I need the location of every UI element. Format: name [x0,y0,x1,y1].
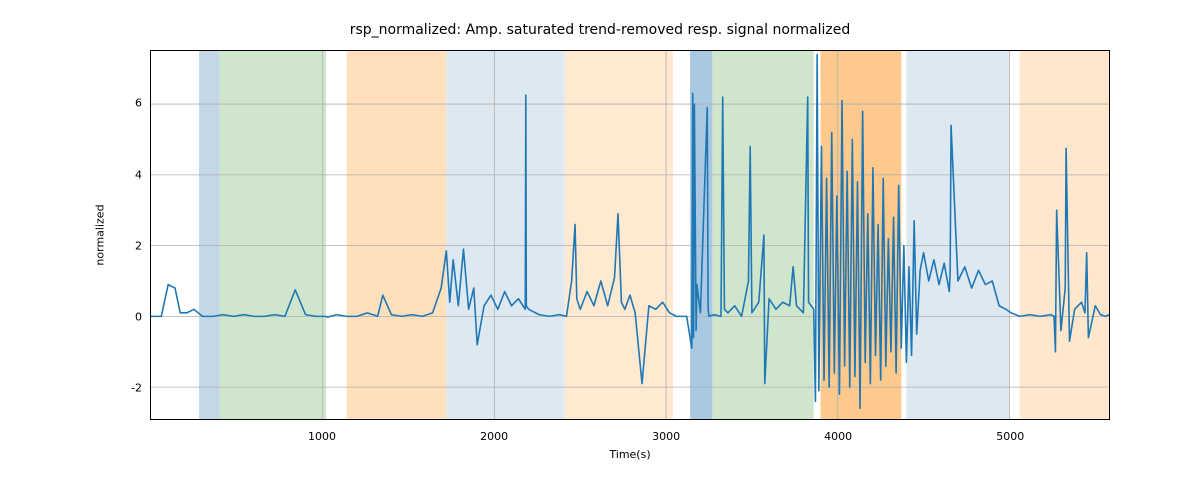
figure: rsp_normalized: Amp. saturated trend-rem… [0,0,1200,500]
y-axis-label: normalized [94,204,107,265]
y-tick-label: 6 [112,97,142,110]
x-tick-label: 1000 [308,430,336,443]
chart-region [906,51,1009,419]
chart-title: rsp_normalized: Amp. saturated trend-rem… [0,22,1200,38]
chart-region [712,51,813,419]
x-tick-label: 5000 [996,430,1024,443]
y-tick-label: 0 [112,310,142,323]
x-tick-label: 3000 [652,430,680,443]
plot-area [150,50,1110,420]
x-tick-label: 4000 [824,430,852,443]
chart-region [220,51,326,419]
y-tick-label: -2 [112,381,142,394]
chart-region [446,51,564,419]
y-tick-label: 4 [112,168,142,181]
chart-region [347,51,447,419]
chart-region [199,51,220,419]
chart-region [1020,51,1109,419]
x-axis-label: Time(s) [609,448,650,461]
y-tick-label: 2 [112,239,142,252]
x-tick-label: 2000 [480,430,508,443]
